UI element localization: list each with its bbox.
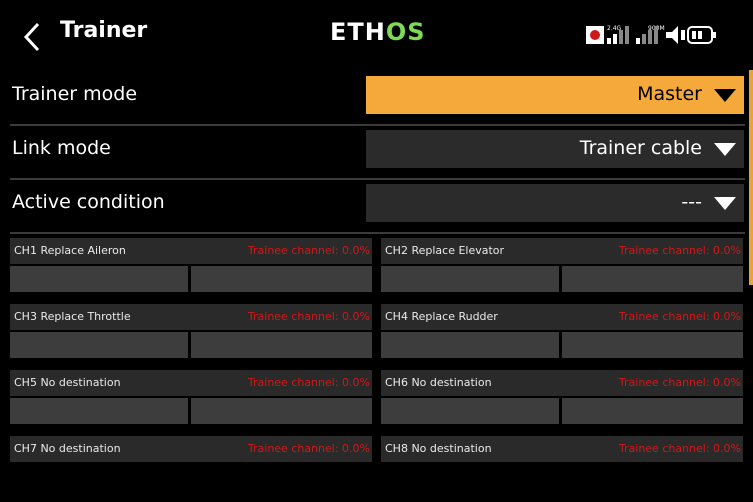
page-title: Trainer [60,18,148,43]
channel-field-left[interactable] [10,398,188,424]
active-condition-label: Active condition [12,191,165,213]
status-indicators: 2.4G 900M [586,25,716,44]
channel-name: CH8 No destination [385,442,492,455]
trainee-channel-value: Trainee channel: 0.0% [247,244,370,257]
link-mode-value: Trainer cable [579,137,702,159]
channel-field-left[interactable] [381,266,559,292]
link-mode-dropdown[interactable]: Trainer cable [366,130,744,168]
channel-field-right[interactable] [562,332,743,358]
record-icon [586,26,604,44]
channel-name: CH7 No destination [14,442,121,455]
active-condition-row: Active condition --- [10,178,745,234]
trainer-mode-value: Master [637,83,702,105]
channel-name: CH4 Replace Rudder [385,310,498,323]
back-arrow-icon[interactable] [18,20,46,54]
dropdown-arrow-icon [714,143,736,156]
channel-field-right[interactable] [562,266,743,292]
ethos-logo: ETHOS [330,18,426,46]
channel-card-ch1: CH1 Replace Aileron Trainee channel: 0.0… [10,238,372,304]
trainee-channel-value: Trainee channel: 0.0% [247,376,370,389]
channel-field-left[interactable] [381,332,559,358]
trainee-channel-value: Trainee channel: 0.0% [618,244,741,257]
trainer-settings: Trainer mode Master Link mode Trainer ca… [0,70,753,462]
channel-card-ch5: CH5 No destination Trainee channel: 0.0% [10,370,372,436]
channel-field-left[interactable] [381,398,559,424]
link-mode-label: Link mode [12,137,111,159]
dropdown-arrow-icon [714,89,736,102]
channel-name: CH2 Replace Elevator [385,244,505,257]
trainer-mode-label: Trainer mode [12,83,138,105]
trainee-channel-value: Trainee channel: 0.0% [247,310,370,323]
channel-name: CH6 No destination [385,376,492,389]
channel-field-right[interactable] [191,266,372,292]
channel-field-right[interactable] [191,332,372,358]
channel-field-right[interactable] [562,398,743,424]
active-condition-dropdown[interactable]: --- [366,184,744,222]
trainee-channel-value: Trainee channel: 0.0% [247,442,370,455]
link-mode-row: Link mode Trainer cable [10,124,745,180]
trainer-mode-dropdown[interactable]: Master [366,76,744,114]
active-condition-value: --- [681,191,702,213]
trainee-channel-value: Trainee channel: 0.0% [618,310,741,323]
channel-card-ch4: CH4 Replace Rudder Trainee channel: 0.0% [381,304,743,370]
signal-900m-icon: 900M [636,25,665,44]
channel-name: CH3 Replace Throttle [14,310,131,323]
channel-card-ch2: CH2 Replace Elevator Trainee channel: 0.… [381,238,743,304]
channel-card-ch8: CH8 No destination Trainee channel: 0.0% [381,436,743,502]
top-bar: Trainer ETHOS 2.4G 900M [0,0,753,70]
channel-card-ch3: CH3 Replace Throttle Trainee channel: 0.… [10,304,372,370]
speaker-icon [666,26,685,44]
scrollbar[interactable] [749,70,753,285]
channel-field-left[interactable] [10,332,188,358]
trainee-channel-value: Trainee channel: 0.0% [618,442,741,455]
channel-name: CH5 No destination [14,376,121,389]
trainee-channel-value: Trainee channel: 0.0% [618,376,741,389]
trainer-mode-row: Trainer mode Master [10,70,745,126]
channel-field-right[interactable] [191,398,372,424]
channel-card-ch6: CH6 No destination Trainee channel: 0.0% [381,370,743,436]
channel-name: CH1 Replace Aileron [14,244,126,257]
logo-main-text: ETH [330,18,386,46]
battery-icon [687,26,716,44]
channel-field-left[interactable] [10,266,188,292]
dropdown-arrow-icon [714,197,736,210]
logo-accent-text: OS [385,18,426,46]
signal-24g-icon: 2.4G [607,25,629,44]
channel-card-ch7: CH7 No destination Trainee channel: 0.0% [10,436,372,502]
